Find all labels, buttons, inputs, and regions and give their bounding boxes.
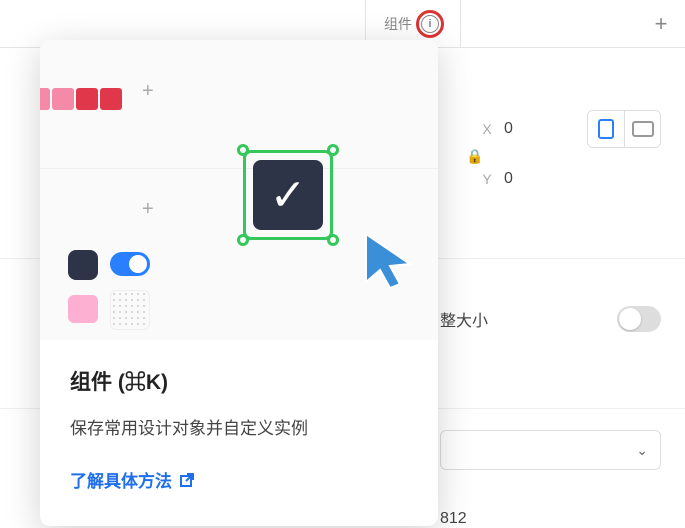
resize-row: 整大小 bbox=[440, 306, 661, 332]
checkbox-fill: ✓ bbox=[253, 160, 323, 230]
add-tab-button[interactable]: + bbox=[637, 0, 685, 47]
number-field[interactable]: 812 bbox=[440, 510, 467, 528]
swatch-pink bbox=[52, 88, 74, 110]
check-icon: ✓ bbox=[270, 170, 307, 221]
link-label: 了解具体方法 bbox=[70, 467, 172, 492]
popover-body: 组件 (⌘K) 保存常用设计对象并自定义实例 了解具体方法 bbox=[40, 340, 438, 526]
dropdown-field[interactable]: ⌄ bbox=[440, 430, 661, 470]
landscape-button[interactable] bbox=[624, 111, 660, 147]
resize-toggle[interactable] bbox=[617, 306, 661, 332]
y-label: Y bbox=[480, 171, 494, 187]
external-link-icon bbox=[180, 473, 194, 487]
lock-icon[interactable]: 🔒 bbox=[466, 148, 483, 165]
position-x-field[interactable]: X 0 bbox=[480, 120, 564, 138]
learn-more-link[interactable]: 了解具体方法 bbox=[70, 467, 194, 492]
swatch-red bbox=[76, 88, 98, 110]
selected-checkbox-component: ✓ bbox=[235, 142, 341, 248]
swatch-red bbox=[100, 88, 122, 110]
orientation-toggle bbox=[587, 110, 661, 148]
highlight-ring bbox=[416, 10, 444, 38]
swatch-pink bbox=[40, 88, 50, 110]
plus-icon: + bbox=[142, 198, 154, 221]
components-popover: + + ✓ 组件 (⌘K) 保存常用设计对象并自定义实例 了解具体方法 bbox=[40, 40, 438, 526]
popover-title: 组件 (⌘K) bbox=[70, 366, 408, 396]
resize-label: 整大小 bbox=[440, 307, 488, 331]
y-value: 0 bbox=[504, 170, 564, 188]
portrait-button[interactable] bbox=[588, 111, 624, 147]
resize-handle bbox=[327, 234, 339, 246]
resize-handle bbox=[327, 144, 339, 156]
plus-icon: + bbox=[142, 80, 154, 103]
tab-label: 组件 bbox=[384, 14, 412, 34]
color-swatches bbox=[40, 88, 122, 110]
resize-handle bbox=[237, 144, 249, 156]
sample-component-pill bbox=[68, 295, 98, 323]
popover-description: 保存常用设计对象并自定义实例 bbox=[70, 414, 408, 439]
info-icon-highlight: i bbox=[418, 12, 442, 36]
cursor-icon bbox=[360, 230, 416, 294]
x-value: 0 bbox=[504, 120, 564, 138]
chevron-down-icon: ⌄ bbox=[636, 442, 648, 459]
x-label: X bbox=[480, 121, 494, 137]
sample-component-grid bbox=[110, 290, 150, 330]
resize-handle bbox=[237, 234, 249, 246]
sample-component-switch bbox=[110, 252, 150, 276]
position-y-field[interactable]: Y 0 bbox=[480, 170, 564, 188]
sample-component-box bbox=[68, 250, 98, 280]
popover-illustration: + + ✓ bbox=[40, 40, 438, 340]
